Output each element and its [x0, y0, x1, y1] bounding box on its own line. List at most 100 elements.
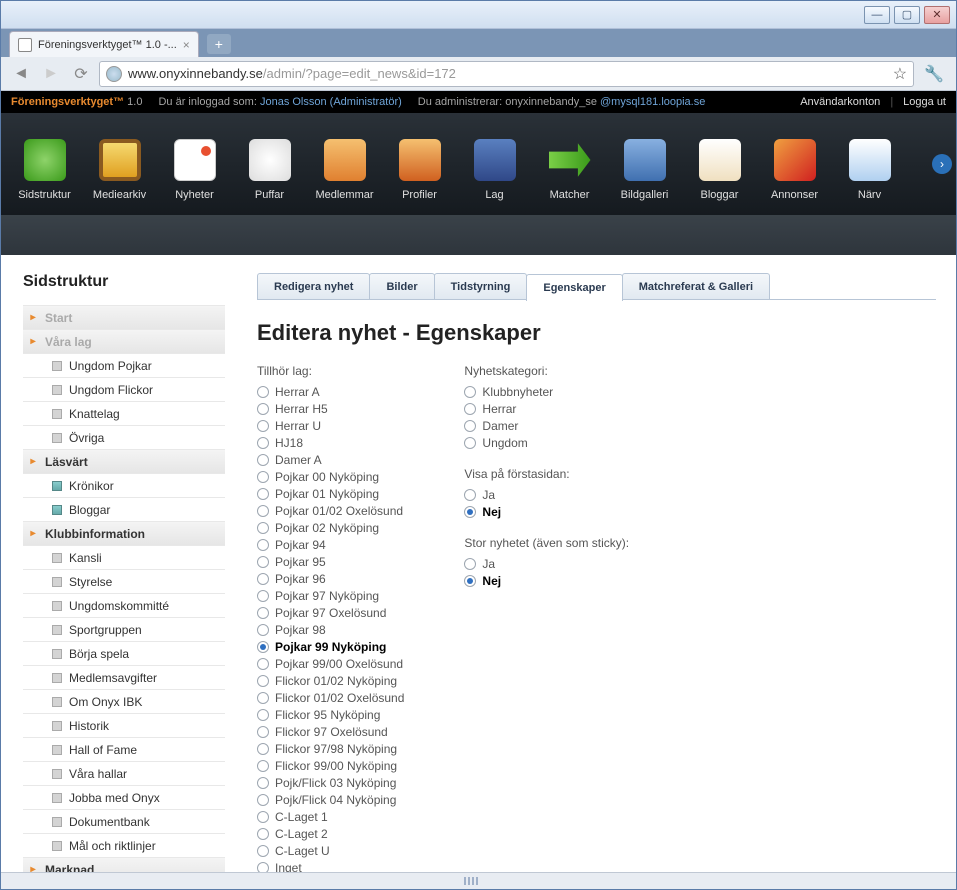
sidebar-item[interactable]: Styrelse	[23, 569, 225, 593]
team-radio[interactable]: Pojk/Flick 04 Nyköping	[257, 792, 404, 808]
ribbon-item-sidstruktur[interactable]: Sidstruktur	[7, 121, 82, 207]
ribbon-item-medlemmar[interactable]: Medlemmar	[307, 121, 382, 207]
team-radio[interactable]: Pojk/Flick 03 Nyköping	[257, 775, 404, 791]
team-radio[interactable]: Pojkar 94	[257, 537, 404, 553]
team-radio[interactable]: Pojkar 97 Nyköping	[257, 588, 404, 604]
accounts-link[interactable]: Användarkonton	[800, 96, 880, 108]
ribbon-item-nyheter[interactable]: Nyheter	[157, 121, 232, 207]
team-radio[interactable]: Pojkar 99/00 Oxelösund	[257, 656, 404, 672]
sidebar-item[interactable]: Sportgruppen	[23, 617, 225, 641]
team-radio[interactable]: Herrar H5	[257, 401, 404, 417]
cms-tab[interactable]: Matchreferat & Galleri	[622, 273, 770, 299]
frontpage-radio[interactable]: Nej	[464, 504, 629, 520]
sidebar-item[interactable]: ▸Start	[23, 305, 225, 329]
ribbon-item-profiler[interactable]: Profiler	[382, 121, 457, 207]
sidebar-item[interactable]: Historik	[23, 713, 225, 737]
category-radio[interactable]: Damer	[464, 418, 629, 434]
ribbon-item-bildgalleri[interactable]: Bildgalleri	[607, 121, 682, 207]
ribbon-item-matcher[interactable]: Matcher	[532, 121, 607, 207]
sidebar-item[interactable]: Dokumentbank	[23, 809, 225, 833]
ribbon-item-lag[interactable]: Lag	[457, 121, 532, 207]
sidebar-item[interactable]: Börja spela	[23, 641, 225, 665]
forward-button[interactable]: ►	[39, 62, 63, 86]
frontpage-radio[interactable]: Ja	[464, 487, 629, 503]
sidebar-item[interactable]: Krönikor	[23, 473, 225, 497]
team-radio[interactable]: Flickor 97 Oxelösund	[257, 724, 404, 740]
category-radio[interactable]: Herrar	[464, 401, 629, 417]
sidebar-item[interactable]: Jobba med Onyx	[23, 785, 225, 809]
sidebar-item[interactable]: ▸Marknad	[23, 857, 225, 872]
cms-tab[interactable]: Egenskaper	[526, 274, 622, 301]
tab-close-icon[interactable]: ×	[183, 38, 190, 52]
team-radio[interactable]: Inget	[257, 860, 404, 872]
user-link[interactable]: Jonas Olsson (Administratör)	[260, 96, 402, 108]
ribbon-label: Nyheter	[175, 189, 214, 201]
ribbon-item-annonser[interactable]: Annonser	[757, 121, 832, 207]
team-radio[interactable]: Pojkar 99 Nyköping	[257, 639, 404, 655]
sidebar-item[interactable]: Knattelag	[23, 401, 225, 425]
bignews-radio[interactable]: Ja	[464, 556, 629, 572]
db-link[interactable]: @mysql181.loopia.se	[600, 96, 705, 108]
sidebar-item[interactable]: Hall of Fame	[23, 737, 225, 761]
category-radio[interactable]: Ungdom	[464, 435, 629, 451]
team-radio[interactable]: C-Laget U	[257, 843, 404, 859]
team-radio[interactable]: Pojkar 97 Oxelösund	[257, 605, 404, 621]
team-radio[interactable]: HJ18	[257, 435, 404, 451]
browser-tab[interactable]: Föreningsverktyget™ 1.0 -... ×	[9, 31, 199, 57]
cms-tab[interactable]: Tidstyrning	[434, 273, 528, 299]
category-radio[interactable]: Klubbnyheter	[464, 384, 629, 400]
horizontal-scrollbar[interactable]	[1, 872, 956, 889]
address-bar[interactable]: www.onyxinnebandy.se/admin/?page=edit_ne…	[99, 61, 914, 87]
team-radio[interactable]: Flickor 01/02 Nyköping	[257, 673, 404, 689]
ribbon-item-närv[interactable]: Närv	[832, 121, 907, 207]
settings-wrench-icon[interactable]: 🔧	[920, 64, 948, 84]
team-radio[interactable]: Pojkar 96	[257, 571, 404, 587]
reload-button[interactable]: ⟳	[69, 62, 93, 86]
team-radio[interactable]: Pojkar 00 Nyköping	[257, 469, 404, 485]
sidebar-item[interactable]: ▸Våra lag	[23, 329, 225, 353]
team-radio[interactable]: Pojkar 02 Nyköping	[257, 520, 404, 536]
window-maximize-button[interactable]: ▢	[894, 6, 920, 24]
logout-link[interactable]: Logga ut	[903, 96, 946, 108]
sidebar-item[interactable]: Bloggar	[23, 497, 225, 521]
sidebar-item[interactable]: Kansli	[23, 545, 225, 569]
team-radio[interactable]: Flickor 95 Nyköping	[257, 707, 404, 723]
team-radio[interactable]: C-Laget 1	[257, 809, 404, 825]
team-radio[interactable]: Pojkar 01 Nyköping	[257, 486, 404, 502]
ribbon-scroll-right[interactable]: ›	[932, 154, 952, 174]
sidebar-item[interactable]: Ungdomskommitté	[23, 593, 225, 617]
team-radio[interactable]: C-Laget 2	[257, 826, 404, 842]
radio-label: Pojk/Flick 04 Nyköping	[275, 793, 396, 807]
cms-tab[interactable]: Redigera nyhet	[257, 273, 370, 299]
sidebar-item-label: Krönikor	[69, 479, 114, 493]
sidebar-item[interactable]: ▸Klubbinformation	[23, 521, 225, 545]
new-tab-button[interactable]: +	[207, 34, 231, 54]
team-radio[interactable]: Herrar U	[257, 418, 404, 434]
window-close-button[interactable]: ✕	[924, 6, 950, 24]
cms-tab[interactable]: Bilder	[369, 273, 434, 299]
sidebar-item[interactable]: ▸Läsvärt	[23, 449, 225, 473]
team-radio[interactable]: Flickor 01/02 Oxelösund	[257, 690, 404, 706]
tab-title: Föreningsverktyget™ 1.0 -...	[38, 39, 177, 51]
team-radio[interactable]: Flickor 99/00 Nyköping	[257, 758, 404, 774]
ribbon-item-puffar[interactable]: Puffar	[232, 121, 307, 207]
window-minimize-button[interactable]: —	[864, 6, 890, 24]
sidebar-item[interactable]: Mål och riktlinjer	[23, 833, 225, 857]
ribbon-item-mediearkiv[interactable]: Mediearkiv	[82, 121, 157, 207]
sidebar-item[interactable]: Övriga	[23, 425, 225, 449]
sidebar-item[interactable]: Medlemsavgifter	[23, 665, 225, 689]
team-radio[interactable]: Flickor 97/98 Nyköping	[257, 741, 404, 757]
sidebar-item[interactable]: Våra hallar	[23, 761, 225, 785]
back-button[interactable]: ◄	[9, 62, 33, 86]
sidebar-item[interactable]: Ungdom Flickor	[23, 377, 225, 401]
team-radio[interactable]: Damer A	[257, 452, 404, 468]
sidebar-item[interactable]: Om Onyx IBK	[23, 689, 225, 713]
sidebar-item[interactable]: Ungdom Pojkar	[23, 353, 225, 377]
bookmark-star-icon[interactable]: ☆	[893, 64, 907, 84]
ribbon-item-bloggar[interactable]: Bloggar	[682, 121, 757, 207]
team-radio[interactable]: Pojkar 98	[257, 622, 404, 638]
team-radio[interactable]: Herrar A	[257, 384, 404, 400]
team-radio[interactable]: Pojkar 95	[257, 554, 404, 570]
bignews-radio[interactable]: Nej	[464, 573, 629, 589]
team-radio[interactable]: Pojkar 01/02 Oxelösund	[257, 503, 404, 519]
